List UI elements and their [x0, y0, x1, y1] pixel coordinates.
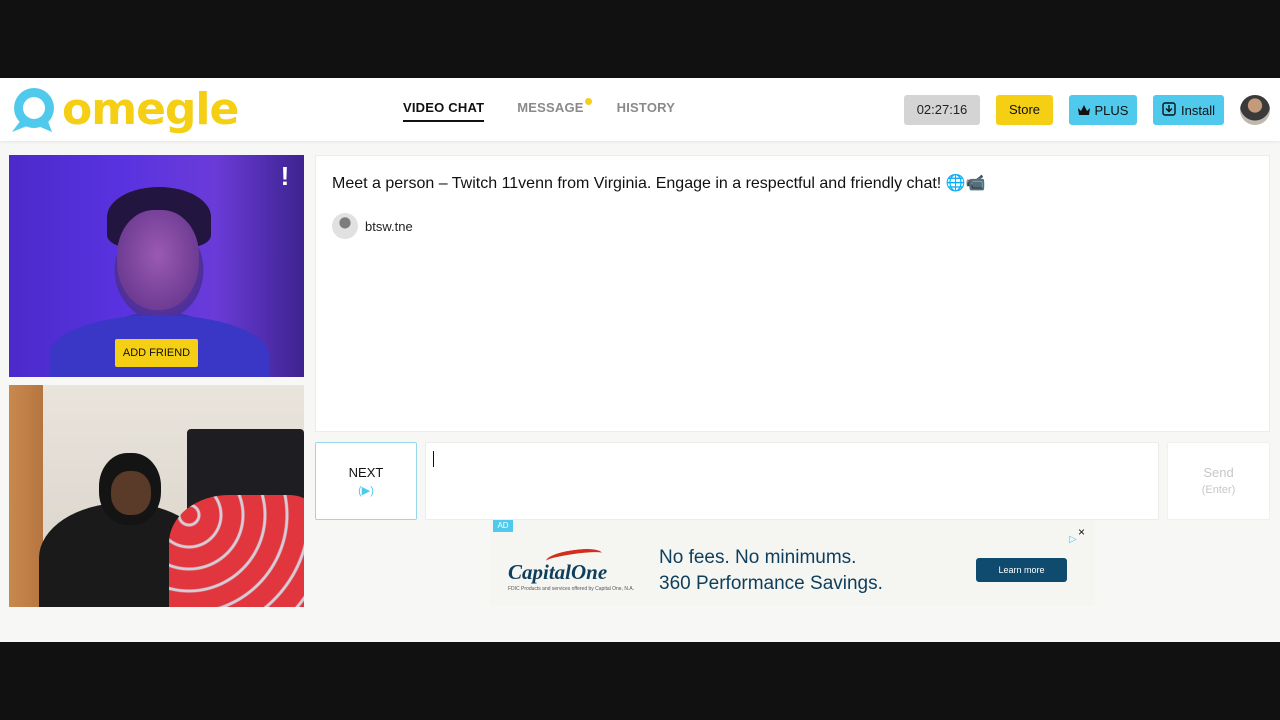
- text-caret: [433, 451, 434, 467]
- next-button[interactable]: NEXT (▶): [315, 442, 417, 520]
- download-icon: [1162, 101, 1176, 119]
- plus-button-label: PLUS: [1094, 102, 1129, 118]
- letterbox-bottom: [0, 642, 1280, 720]
- stranger-face: [117, 210, 199, 310]
- tab-message-label: MESSAGE: [517, 100, 584, 115]
- logo-icon: [8, 86, 60, 134]
- report-button[interactable]: !: [277, 163, 293, 189]
- session-timer: 02:27:16: [904, 95, 980, 125]
- stranger-video: ! ADD FRIEND: [9, 155, 304, 377]
- ad-badge: AD: [493, 520, 513, 532]
- send-button-hint: (Enter): [1201, 484, 1236, 496]
- next-button-hint: (▶): [358, 485, 374, 497]
- adchoices-icon[interactable]: ▷: [1069, 534, 1077, 545]
- ad-headline-1: No fees. No minimums.: [659, 547, 857, 568]
- chat-intro-message: Meet a person – Twitch 11venn from Virgi…: [332, 175, 986, 192]
- main-nav: VIDEO CHAT MESSAGE HISTORY: [403, 98, 675, 122]
- send-button-label: Send: [1203, 465, 1234, 480]
- next-button-label: NEXT: [348, 465, 384, 480]
- ad-fine-print: FDIC Products and services offered by Ca…: [508, 586, 635, 592]
- advertisement[interactable]: AD ▷ × CapitalOne FDIC Products and serv…: [490, 520, 1095, 606]
- crown-icon: [1077, 103, 1090, 118]
- notification-dot: [584, 98, 592, 105]
- logo-text: omegle: [62, 84, 239, 135]
- letterbox-top: [0, 0, 1280, 78]
- chat-message-input[interactable]: [425, 442, 1159, 520]
- install-button-label: Install: [1181, 102, 1215, 118]
- install-button[interactable]: Install: [1153, 95, 1224, 125]
- store-button[interactable]: Store: [996, 95, 1053, 125]
- ad-learn-more-button[interactable]: Learn more: [976, 558, 1067, 582]
- chat-user[interactable]: btsw.tne: [332, 213, 413, 239]
- self-face: [111, 471, 151, 515]
- tab-history[interactable]: HISTORY: [617, 100, 675, 122]
- logo[interactable]: omegle: [8, 84, 239, 135]
- user-avatar: [332, 213, 358, 239]
- profile-avatar[interactable]: [1240, 95, 1270, 125]
- plus-button[interactable]: PLUS: [1069, 95, 1137, 125]
- ad-headline-2: 360 Performance Savings.: [659, 573, 883, 594]
- background-blanket: [169, 495, 304, 607]
- self-video: [9, 385, 304, 607]
- user-name: btsw.tne: [365, 218, 413, 234]
- ad-brand-logo: CapitalOne: [508, 560, 608, 584]
- background-door: [9, 385, 43, 607]
- add-friend-button[interactable]: ADD FRIEND: [115, 339, 198, 367]
- ad-close-icon[interactable]: ×: [1078, 525, 1085, 539]
- omegle-app: omegle VIDEO CHAT MESSAGE HISTORY 02:27:…: [0, 78, 1280, 642]
- send-button[interactable]: Send (Enter): [1167, 442, 1270, 520]
- tab-video-chat[interactable]: VIDEO CHAT: [403, 100, 485, 122]
- chat-log: Meet a person – Twitch 11venn from Virgi…: [315, 155, 1270, 432]
- tab-message[interactable]: MESSAGE: [517, 98, 592, 122]
- top-header: omegle VIDEO CHAT MESSAGE HISTORY 02:27:…: [0, 78, 1280, 141]
